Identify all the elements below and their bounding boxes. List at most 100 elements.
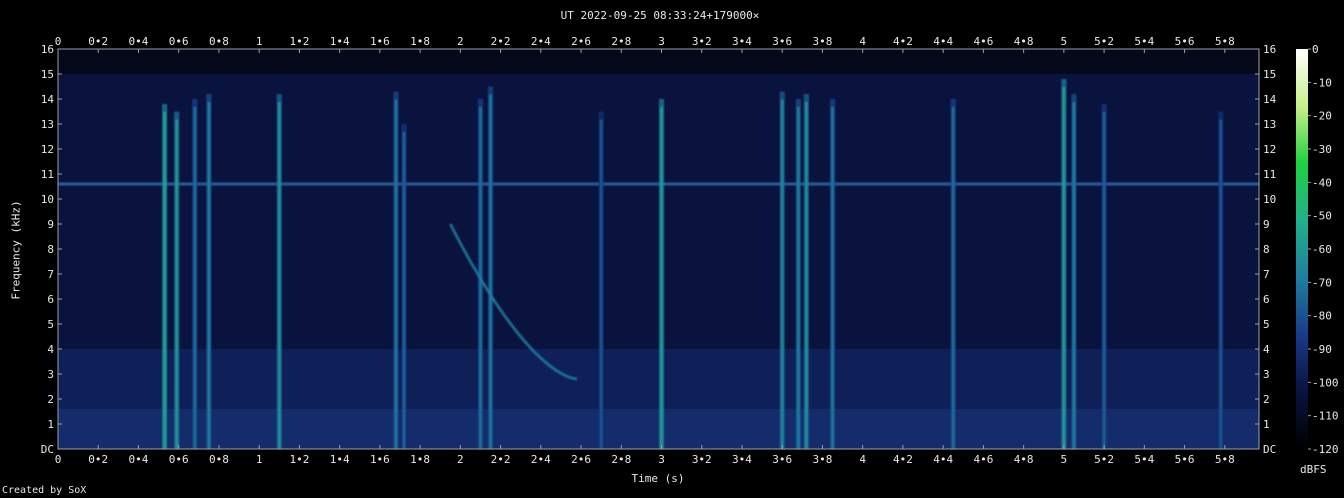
y-tick-label-left-5: 5	[47, 318, 54, 331]
y-tick-label-right-14: 14	[1263, 93, 1277, 106]
x-tick-label-top-15: 3	[658, 35, 665, 48]
y-tick-label-left-11: 11	[41, 168, 54, 181]
y-tick-label-right-3: 3	[1263, 368, 1270, 381]
x-tick-label-top-3: 0•6	[169, 35, 189, 48]
y-tick-label-left-2: 2	[47, 393, 54, 406]
x-tick-label-top-16: 3•2	[692, 35, 712, 48]
y-tick-label-right-11: 11	[1263, 168, 1276, 181]
x-tick-label-bottom-1: 0•2	[88, 453, 108, 466]
y-tick-label-right-13: 13	[1263, 118, 1276, 131]
y-tick-label-right-7: 7	[1263, 268, 1270, 281]
transient-16	[1062, 87, 1066, 449]
colorbar-tick-label-5: -50	[1312, 210, 1332, 223]
y-tick-label-left-8: 8	[47, 243, 54, 256]
x-tick-label-top-14: 2•8	[611, 35, 631, 48]
x-tick-label-top-20: 4	[859, 35, 866, 48]
x-tick-label-top-27: 5•4	[1134, 35, 1154, 48]
x-tick-label-bottom-8: 1•6	[370, 453, 390, 466]
y-tick-label-right-12: 12	[1263, 143, 1276, 156]
x-tick-label-top-24: 4•8	[1014, 35, 1034, 48]
y-tick-label-left-0: DC	[41, 443, 54, 456]
x-tick-label-bottom-9: 1•8	[410, 453, 430, 466]
transient-5	[394, 99, 398, 449]
colorbar-tick-label-3: -30	[1312, 143, 1332, 156]
y-tick-label-left-4: 4	[47, 343, 54, 356]
y-tick-label-right-15: 15	[1263, 68, 1276, 81]
x-tick-label-bottom-22: 4•4	[933, 453, 953, 466]
x-tick-label-top-9: 1•8	[410, 35, 430, 48]
y-tick-label-left-15: 15	[41, 68, 54, 81]
persistent-tone	[58, 182, 1259, 186]
x-tick-label-bottom-28: 5•6	[1175, 453, 1195, 466]
y-tick-label-right-16: 16	[1263, 43, 1276, 56]
y-tick-label-left-1: 1	[47, 418, 54, 431]
y-tick-label-left-10: 10	[41, 193, 54, 206]
transient-17	[1072, 102, 1076, 449]
colorbar	[1296, 49, 1308, 449]
colorbar-tick-label-0: 0	[1312, 43, 1319, 56]
x-tick-label-bottom-2: 0•4	[129, 453, 149, 466]
y-tick-label-right-10: 10	[1263, 193, 1276, 206]
transient-9	[599, 119, 603, 449]
colorbar-tick-label-9: -90	[1312, 343, 1332, 356]
x-tick-label-bottom-18: 3•6	[772, 453, 792, 466]
transient-3	[207, 102, 211, 449]
x-tick-label-top-26: 5•2	[1094, 35, 1114, 48]
y-tick-label-left-7: 7	[47, 268, 54, 281]
y-tick-label-left-6: 6	[47, 293, 54, 306]
x-tick-label-top-13: 2•6	[571, 35, 591, 48]
x-tick-label-bottom-13: 2•6	[571, 453, 591, 466]
x-tick-label-bottom-16: 3•2	[692, 453, 712, 466]
transient-6	[402, 132, 406, 449]
x-tick-label-top-5: 1	[256, 35, 263, 48]
transient-15	[951, 107, 955, 449]
x-tick-label-top-1: 0•2	[88, 35, 108, 48]
y-tick-label-left-3: 3	[47, 368, 54, 381]
spectrogram-figure: UT 2022-09-25 08:33:24+179000× Frequency…	[0, 0, 1344, 498]
x-tick-label-top-28: 5•6	[1175, 35, 1195, 48]
x-tick-label-bottom-4: 0•8	[209, 453, 229, 466]
x-tick-label-bottom-19: 3•8	[813, 453, 833, 466]
x-tick-label-bottom-24: 4•8	[1014, 453, 1034, 466]
x-tick-label-top-4: 0•8	[209, 35, 229, 48]
y-tick-label-right-6: 6	[1263, 293, 1270, 306]
y-tick-label-left-16: 16	[41, 43, 54, 56]
y-tick-label-left-13: 13	[41, 118, 54, 131]
transient-1	[175, 119, 179, 449]
x-tick-label-top-10: 2	[457, 35, 464, 48]
x-tick-label-top-8: 1•6	[370, 35, 390, 48]
x-tick-label-top-0: 0	[55, 35, 62, 48]
x-tick-label-bottom-23: 4•6	[973, 453, 993, 466]
x-tick-label-bottom-20: 4	[859, 453, 866, 466]
colorbar-tick-label-10: -100	[1312, 376, 1339, 389]
x-tick-label-top-25: 5	[1061, 35, 1068, 48]
x-tick-label-top-2: 0•4	[129, 35, 149, 48]
colorbar-tick-label-11: -110	[1312, 410, 1339, 423]
x-tick-label-bottom-11: 2•2	[491, 453, 511, 466]
colorbar-tick-label-4: -40	[1312, 176, 1332, 189]
y-tick-label-right-1: 1	[1263, 418, 1270, 431]
x-tick-label-bottom-6: 1•2	[289, 453, 309, 466]
transient-2	[193, 107, 197, 449]
x-tick-label-bottom-21: 4•2	[893, 453, 913, 466]
transient-0	[163, 112, 167, 449]
x-tick-label-top-11: 2•2	[491, 35, 511, 48]
colorbar-tick-label-8: -80	[1312, 310, 1332, 323]
x-tick-label-top-19: 3•8	[813, 35, 833, 48]
x-tick-label-top-17: 3•4	[732, 35, 752, 48]
colorbar-tick-label-7: -70	[1312, 276, 1332, 289]
x-tick-label-bottom-12: 2•4	[531, 453, 551, 466]
colorbar-tick-label-2: -20	[1312, 110, 1332, 123]
transient-18	[1102, 112, 1106, 449]
transient-4	[277, 102, 281, 449]
colorbar-tick-label-12: -120	[1312, 443, 1339, 456]
noise-floor-bass	[58, 409, 1259, 449]
y-tick-label-right-9: 9	[1263, 218, 1270, 231]
transient-14	[831, 107, 834, 449]
y-tick-label-left-14: 14	[41, 93, 55, 106]
x-tick-label-top-23: 4•6	[973, 35, 993, 48]
x-tick-label-bottom-26: 5•2	[1094, 453, 1114, 466]
x-tick-label-top-22: 4•4	[933, 35, 953, 48]
colorbar-tick-label-1: -10	[1312, 76, 1332, 89]
transient-8	[489, 94, 492, 449]
